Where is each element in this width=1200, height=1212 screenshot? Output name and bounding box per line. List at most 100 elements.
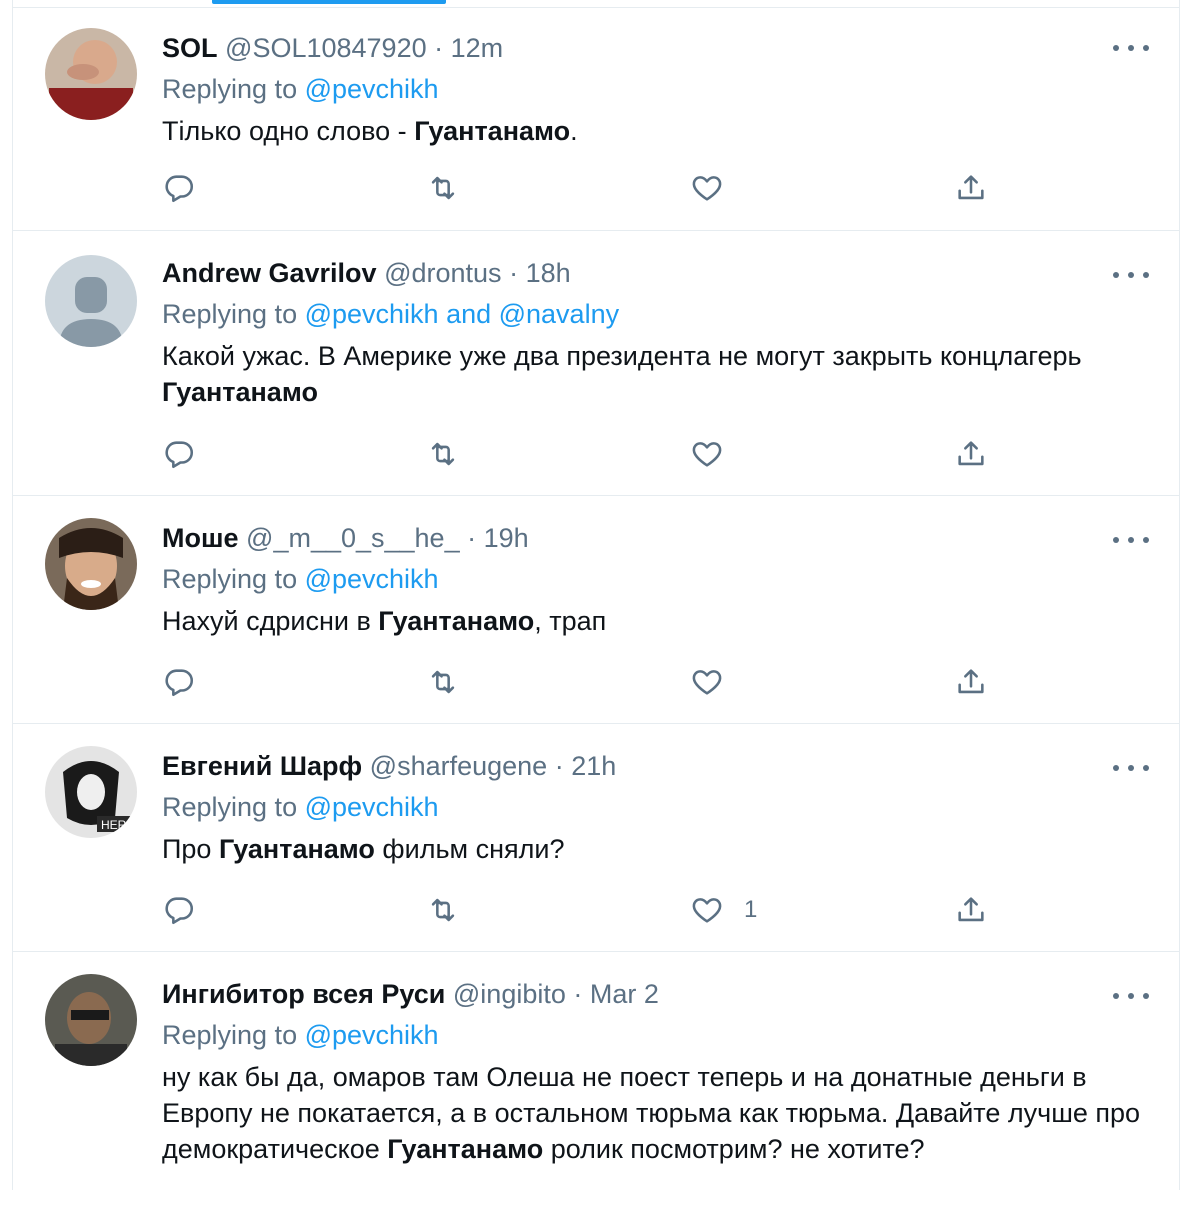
reply-button[interactable]	[162, 662, 196, 702]
avatar[interactable]	[45, 28, 137, 120]
like-icon	[690, 665, 724, 699]
tweet-header: Евгений Шарф @sharfeugene · 21h	[162, 748, 1149, 784]
text-part: , трап	[534, 606, 607, 636]
mention-link[interactable]: @pevchikh	[305, 74, 439, 104]
mention-link[interactable]: @pevchikh	[305, 792, 439, 822]
tweet[interactable]: Ингибитор всея Руси @ingibito · Mar 2 Re…	[13, 952, 1179, 1212]
highlighted-term: Гуантанамо	[414, 116, 571, 146]
display-name[interactable]: Ингибитор всея Руси	[162, 979, 445, 1009]
text-part: Какой ужас. В Америке уже два президента…	[162, 341, 1082, 371]
retweet-icon	[426, 171, 460, 205]
retweet-button[interactable]	[426, 662, 460, 702]
reply-button[interactable]	[162, 434, 196, 474]
text-part: ролик посмотрим? не хотите?	[543, 1134, 925, 1164]
highlighted-term: Гуантанамо	[387, 1134, 544, 1164]
handle[interactable]: @SOL10847920	[225, 33, 427, 63]
tweet-header: Ингибитор всея Руси @ingibito · Mar 2	[162, 976, 1149, 1012]
like-icon	[690, 171, 724, 205]
timestamp[interactable]: 21h	[571, 751, 616, 781]
replying-prefix: Replying to	[162, 74, 305, 104]
more-icon[interactable]	[1113, 269, 1149, 281]
like-button[interactable]: 1	[690, 890, 757, 930]
dot-separator: ·	[547, 751, 572, 781]
timestamp[interactable]: Mar 2	[590, 979, 659, 1009]
share-icon	[954, 171, 988, 205]
handle[interactable]: @drontus	[384, 258, 501, 288]
replying-prefix: Replying to	[162, 792, 305, 822]
dot-separator: ·	[501, 258, 526, 288]
share-button[interactable]	[954, 662, 988, 702]
reply-icon	[162, 437, 196, 471]
retweet-button[interactable]	[426, 890, 460, 930]
replying-prefix: Replying to	[162, 299, 305, 329]
text-part: фильм сняли?	[374, 834, 565, 864]
handle[interactable]: @_m__0_s__he_	[246, 523, 460, 553]
tweet-actions	[162, 168, 1022, 208]
tweet-text: Какой ужас. В Америке уже два президента…	[162, 338, 1149, 410]
handle[interactable]: @sharfeugene	[370, 751, 548, 781]
retweet-icon	[426, 893, 460, 927]
dot-separator: ·	[565, 979, 590, 1009]
reply-button[interactable]	[162, 168, 196, 208]
retweet-button[interactable]	[426, 434, 460, 474]
avatar[interactable]	[45, 974, 137, 1066]
timestamp[interactable]: 18h	[526, 258, 571, 288]
share-icon	[954, 893, 988, 927]
text-part: Нахуй сдрисни в	[162, 606, 379, 636]
reply-icon	[162, 665, 196, 699]
tweet[interactable]: Моше @_m__0_s__he_ · 19h Replying to @pe…	[13, 496, 1179, 724]
more-icon[interactable]	[1113, 534, 1149, 546]
display-name[interactable]: Евгений Шарф	[162, 751, 362, 781]
display-name[interactable]: Andrew Gavrilov	[162, 258, 377, 288]
handle[interactable]: @ingibito	[453, 979, 566, 1009]
retweet-icon	[426, 437, 460, 471]
display-name[interactable]: Моше	[162, 523, 239, 553]
like-icon	[690, 893, 724, 927]
text-part: .	[570, 116, 578, 146]
like-button[interactable]	[690, 662, 744, 702]
retweet-icon	[426, 665, 460, 699]
display-name[interactable]: SOL	[162, 33, 218, 63]
reply-icon	[162, 893, 196, 927]
tweet[interactable]: SOL @SOL10847920 · 12m Replying to @pevc…	[13, 8, 1179, 231]
mention-link[interactable]: @pevchikh	[305, 564, 439, 594]
share-button[interactable]	[954, 890, 988, 930]
like-icon	[690, 437, 724, 471]
avatar[interactable]	[45, 255, 137, 347]
timestamp[interactable]: 12m	[451, 33, 504, 63]
share-icon	[954, 437, 988, 471]
tweet[interactable]: Andrew Gavrilov @drontus · 18h Replying …	[13, 231, 1179, 496]
reply-icon	[162, 171, 196, 205]
like-button[interactable]	[690, 168, 744, 208]
more-icon[interactable]	[1113, 990, 1149, 1002]
tweet-actions	[162, 662, 1022, 702]
avatar[interactable]	[45, 518, 137, 610]
tweet-actions: 1	[162, 890, 1022, 930]
replying-to: Replying to @pevchikh	[162, 561, 1149, 597]
more-icon[interactable]	[1113, 42, 1149, 54]
timestamp[interactable]: 19h	[484, 523, 529, 553]
mention-link[interactable]: @pevchikh	[305, 1020, 439, 1050]
tweet-text: Нахуй сдрисни в Гуантанамо, трап	[162, 603, 1149, 639]
replying-prefix: Replying to	[162, 1020, 305, 1050]
highlighted-term: Гуантанамо	[378, 606, 535, 636]
tweet-header: Моше @_m__0_s__he_ · 19h	[162, 520, 1149, 556]
replying-to: Replying to @pevchikh	[162, 71, 1149, 107]
share-button[interactable]	[954, 434, 988, 474]
dot-separator: ·	[426, 33, 451, 63]
active-tab-indicator	[212, 0, 446, 4]
text-part: Про	[162, 834, 219, 864]
retweet-button[interactable]	[426, 168, 460, 208]
avatar[interactable]: HERO	[45, 746, 137, 838]
like-button[interactable]	[690, 434, 744, 474]
share-button[interactable]	[954, 168, 988, 208]
tweet-header: SOL @SOL10847920 · 12m	[162, 30, 1149, 66]
mention-link[interactable]: @pevchikh and @navalny	[305, 299, 620, 329]
share-icon	[954, 665, 988, 699]
reply-button[interactable]	[162, 890, 196, 930]
replying-to: Replying to @pevchikh	[162, 1017, 1149, 1053]
tweet-text: Про Гуантанамо фильм сняли?	[162, 831, 1149, 867]
more-icon[interactable]	[1113, 762, 1149, 774]
tweet[interactable]: HERO Евгений Шарф @sharfeugene · 21h Rep…	[13, 724, 1179, 952]
highlighted-term: Гуантанамо	[162, 377, 318, 407]
